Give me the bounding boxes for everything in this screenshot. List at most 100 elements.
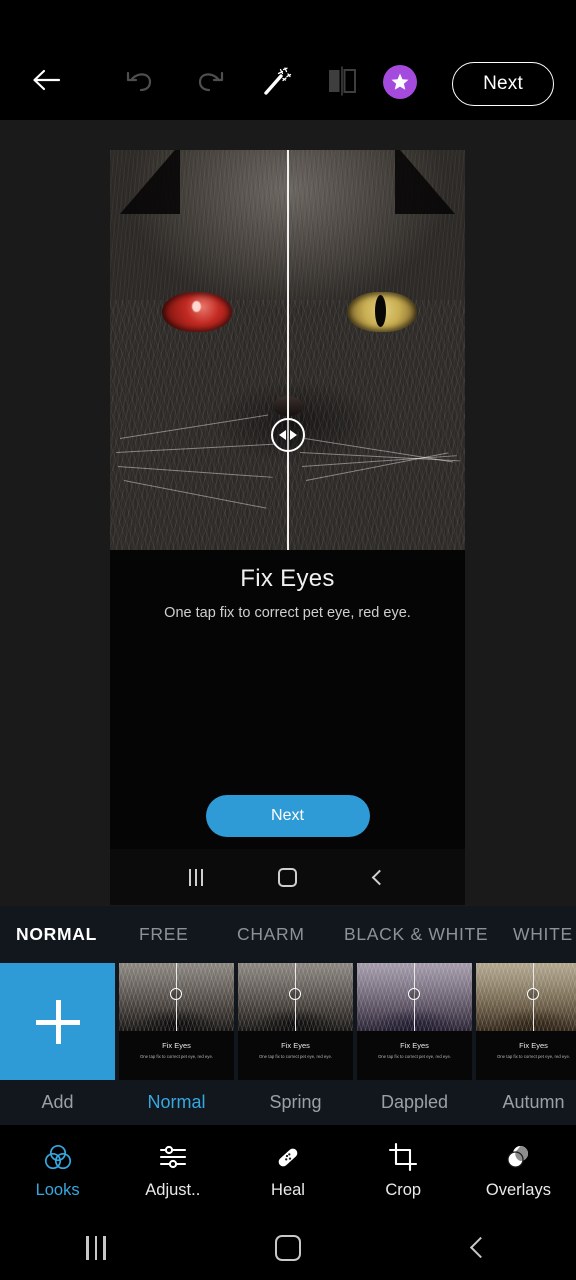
top-toolbar: Next: [0, 0, 576, 120]
thumbnail-title: Fix Eyes: [162, 1041, 191, 1050]
tool-overlays[interactable]: Overlays: [461, 1141, 576, 1200]
feature-subtitle: One tap fix to correct pet eye, red eye.: [164, 605, 411, 621]
cat-eye-corrected-after: [347, 292, 417, 332]
back-button[interactable]: [384, 1236, 576, 1259]
tool-label: Adjust..: [145, 1180, 201, 1199]
compare-handle[interactable]: [271, 418, 305, 452]
recents-icon: [86, 1235, 106, 1260]
redo-icon: [198, 71, 224, 92]
back-icon: [469, 1236, 491, 1259]
cat-eye-red-before: [162, 292, 232, 332]
premium-star-icon: [391, 73, 409, 90]
filter-category-tab-black-white[interactable]: BLACK & WHITE: [344, 924, 488, 945]
inner-home-button[interactable]: [242, 867, 334, 887]
filter-label-add[interactable]: Add: [0, 1080, 115, 1125]
compare-handle: [527, 988, 539, 1000]
thumbnail-subtitle: One tap fix to correct pet eye, red eye.: [377, 1054, 452, 1059]
recents-button[interactable]: [0, 1235, 192, 1260]
inner-recents-button[interactable]: [150, 868, 242, 886]
filter-thumbnail-autumn[interactable]: Fix Eyes One tap fix to correct pet eye, …: [476, 963, 576, 1080]
premium-badge: [383, 65, 417, 99]
editor-tool-bar[interactable]: Looks Adjust.. Heal Crop Overlays: [0, 1125, 576, 1215]
filter-category-tab-white[interactable]: WHITE: [513, 924, 573, 945]
feature-title: Fix Eyes: [240, 565, 335, 592]
filter-label-strip[interactable]: Add Normal Spring Dappled Autumn: [0, 1080, 576, 1125]
sliders-icon: [157, 1141, 189, 1173]
tool-label: Crop: [385, 1180, 422, 1199]
thumbnail-photo: [119, 963, 234, 1031]
overlays-icon: [503, 1141, 533, 1173]
compare-handle: [408, 988, 420, 1000]
preview-image[interactable]: Fix Eyes One tap fix to correct pet eye,…: [110, 150, 465, 905]
filter-category-tab-charm[interactable]: CHARM: [237, 924, 305, 945]
undo-icon: [126, 71, 152, 92]
back-button[interactable]: [26, 62, 66, 98]
editor-canvas[interactable]: Fix Eyes One tap fix to correct pet eye,…: [0, 120, 576, 906]
chevron-right-icon: [290, 430, 297, 440]
home-button[interactable]: [192, 1234, 384, 1261]
app-screen: Next Fix Eyes One tap fix to correct pet…: [0, 0, 576, 1280]
filter-tint-overlay: [476, 963, 576, 1031]
cat-ear-left: [120, 150, 180, 214]
thumbnail-subtitle: One tap fix to correct pet eye, red eye.: [496, 1054, 571, 1059]
system-nav-bar: [0, 1215, 576, 1280]
undo-button[interactable]: [118, 62, 162, 100]
filter-category-tabs[interactable]: NORMAL FREE CHARM BLACK & WHITE WHITE: [0, 906, 576, 963]
thumbnail-photo: [357, 963, 472, 1031]
filter-thumbnail-normal[interactable]: Fix Eyes One tap fix to correct pet eye, …: [119, 963, 234, 1080]
filter-thumbnail-add[interactable]: [0, 963, 115, 1080]
tool-adjust[interactable]: Adjust..: [115, 1141, 230, 1200]
inner-system-nav: [110, 849, 465, 905]
tool-heal[interactable]: Heal: [230, 1141, 345, 1200]
thumbnail-photo: [476, 963, 576, 1031]
compare-handle: [170, 988, 182, 1000]
thumbnail-caption: Fix Eyes One tap fix to correct pet eye, …: [119, 1031, 234, 1080]
thumbnail-subtitle: One tap fix to correct pet eye, red eye.: [258, 1054, 333, 1059]
filter-category-tab-normal[interactable]: NORMAL: [16, 924, 97, 945]
thumbnail-title: Fix Eyes: [400, 1041, 429, 1050]
filter-label-normal[interactable]: Normal: [119, 1080, 234, 1125]
tool-label: Heal: [271, 1180, 305, 1199]
filter-thumbnail-strip[interactable]: Fix Eyes One tap fix to correct pet eye, …: [0, 963, 576, 1080]
compare-split-icon: [329, 66, 356, 96]
inner-back-button[interactable]: [333, 869, 425, 885]
cat-photo: [110, 150, 465, 550]
onboarding-next-button[interactable]: Next: [205, 795, 370, 837]
home-icon: [278, 867, 297, 887]
thumbnail-subtitle: One tap fix to correct pet eye, red eye.: [139, 1054, 214, 1059]
compare-button[interactable]: [320, 62, 364, 100]
tool-label: Looks: [35, 1180, 80, 1199]
thumbnail-caption: Fix Eyes One tap fix to correct pet eye, …: [357, 1031, 472, 1080]
magic-wand-icon: [264, 67, 292, 95]
filter-label-dappled[interactable]: Dappled: [357, 1080, 472, 1125]
thumbnail-title: Fix Eyes: [281, 1041, 310, 1050]
filter-thumbnail-spring[interactable]: Fix Eyes One tap fix to correct pet eye, …: [238, 963, 353, 1080]
redo-button[interactable]: [188, 62, 232, 100]
filter-label-spring[interactable]: Spring: [238, 1080, 353, 1125]
arrow-left-icon: [33, 69, 61, 91]
bandage-icon: [273, 1141, 303, 1173]
crop-icon: [388, 1141, 418, 1173]
compare-handle: [289, 988, 301, 1000]
cat-ear-right: [395, 150, 455, 214]
chevron-left-icon: [279, 430, 286, 440]
tool-crop[interactable]: Crop: [346, 1141, 461, 1200]
premium-button[interactable]: [382, 64, 418, 100]
magic-wand-button[interactable]: [255, 62, 299, 100]
looks-venn-icon: [43, 1141, 73, 1173]
tool-looks[interactable]: Looks: [0, 1141, 115, 1200]
filter-thumbnail-dappled[interactable]: Fix Eyes One tap fix to correct pet eye, …: [357, 963, 472, 1080]
home-icon: [275, 1234, 301, 1261]
thumbnail-caption: Fix Eyes One tap fix to correct pet eye, …: [238, 1031, 353, 1080]
before-after-divider: [287, 150, 289, 550]
plus-icon: [35, 999, 80, 1044]
thumbnail-photo: [238, 963, 353, 1031]
back-icon: [371, 869, 387, 885]
thumbnail-caption: Fix Eyes One tap fix to correct pet eye, …: [476, 1031, 576, 1080]
filter-category-tab-free[interactable]: FREE: [139, 924, 188, 945]
filter-label-autumn[interactable]: Autumn: [476, 1080, 576, 1125]
next-button[interactable]: Next: [452, 62, 554, 106]
recents-icon: [188, 868, 203, 886]
tool-label: Overlays: [485, 1180, 551, 1199]
thumbnail-title: Fix Eyes: [519, 1041, 548, 1050]
